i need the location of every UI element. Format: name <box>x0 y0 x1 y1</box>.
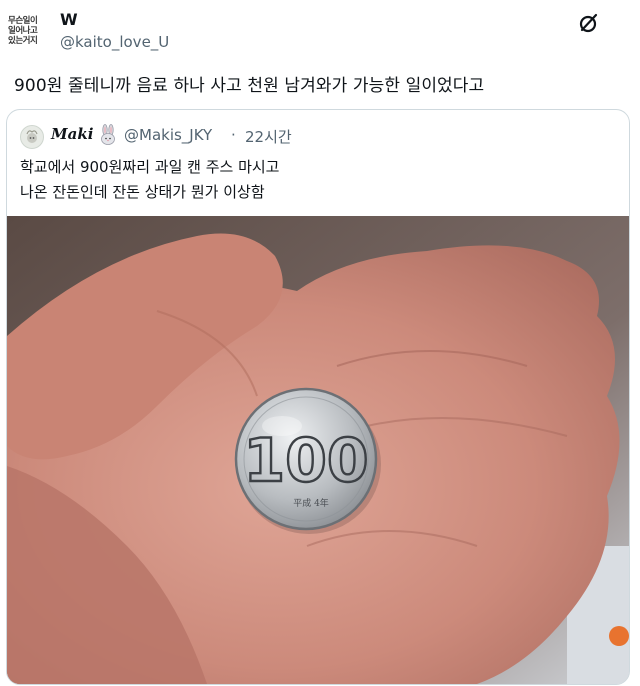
avatar[interactable]: 무슨일이 일어나고 있는거지 <box>8 11 48 51</box>
grok-slash-icon[interactable] <box>576 10 602 36</box>
avatar-text-line: 일어나고 <box>8 26 38 36</box>
coin-photo[interactable]: 100 平成 4年 <box>7 216 629 684</box>
coin-inscription: 平成 4年 <box>293 497 329 509</box>
quoted-timestamp[interactable]: 22시간 <box>245 126 292 147</box>
quoted-tweet[interactable]: Maki @Makis_JKY · 22시간 학교에서 900원짜리 과일 캔 … <box>6 109 630 685</box>
dot-separator: · <box>231 126 236 144</box>
quoted-display-name[interactable]: Maki <box>51 125 93 143</box>
quoted-user-handle[interactable]: @Makis_JKY <box>124 126 212 144</box>
coin-value: 100 <box>243 426 368 496</box>
quoted-tweet-text: 학교에서 900원짜리 과일 캔 주스 마시고 나온 잔돈인데 잔돈 상태가 뭔… <box>20 155 279 205</box>
quoted-text-line: 나온 잔돈인데 잔돈 상태가 뭔가 이상함 <box>20 183 265 201</box>
display-name[interactable]: W <box>60 10 78 29</box>
quoted-avatar[interactable] <box>20 125 44 149</box>
bunny-emoji-icon <box>98 124 118 146</box>
user-handle[interactable]: @kaito_love_U <box>60 33 169 51</box>
quoted-text-line: 학교에서 900원짜리 과일 캔 주스 마시고 <box>20 158 280 176</box>
avatar-text-line: 무슨일이 <box>8 16 38 26</box>
tweet-text: 900원 줄테니까 음료 하나 사고 천원 남겨와가 가능한 일이었다고 <box>14 76 485 96</box>
tweet-card: 무슨일이 일어나고 있는거지 W @kaito_love_U 900원 줄테니까… <box>0 0 640 686</box>
avatar-text-line: 있는거지 <box>8 36 38 46</box>
